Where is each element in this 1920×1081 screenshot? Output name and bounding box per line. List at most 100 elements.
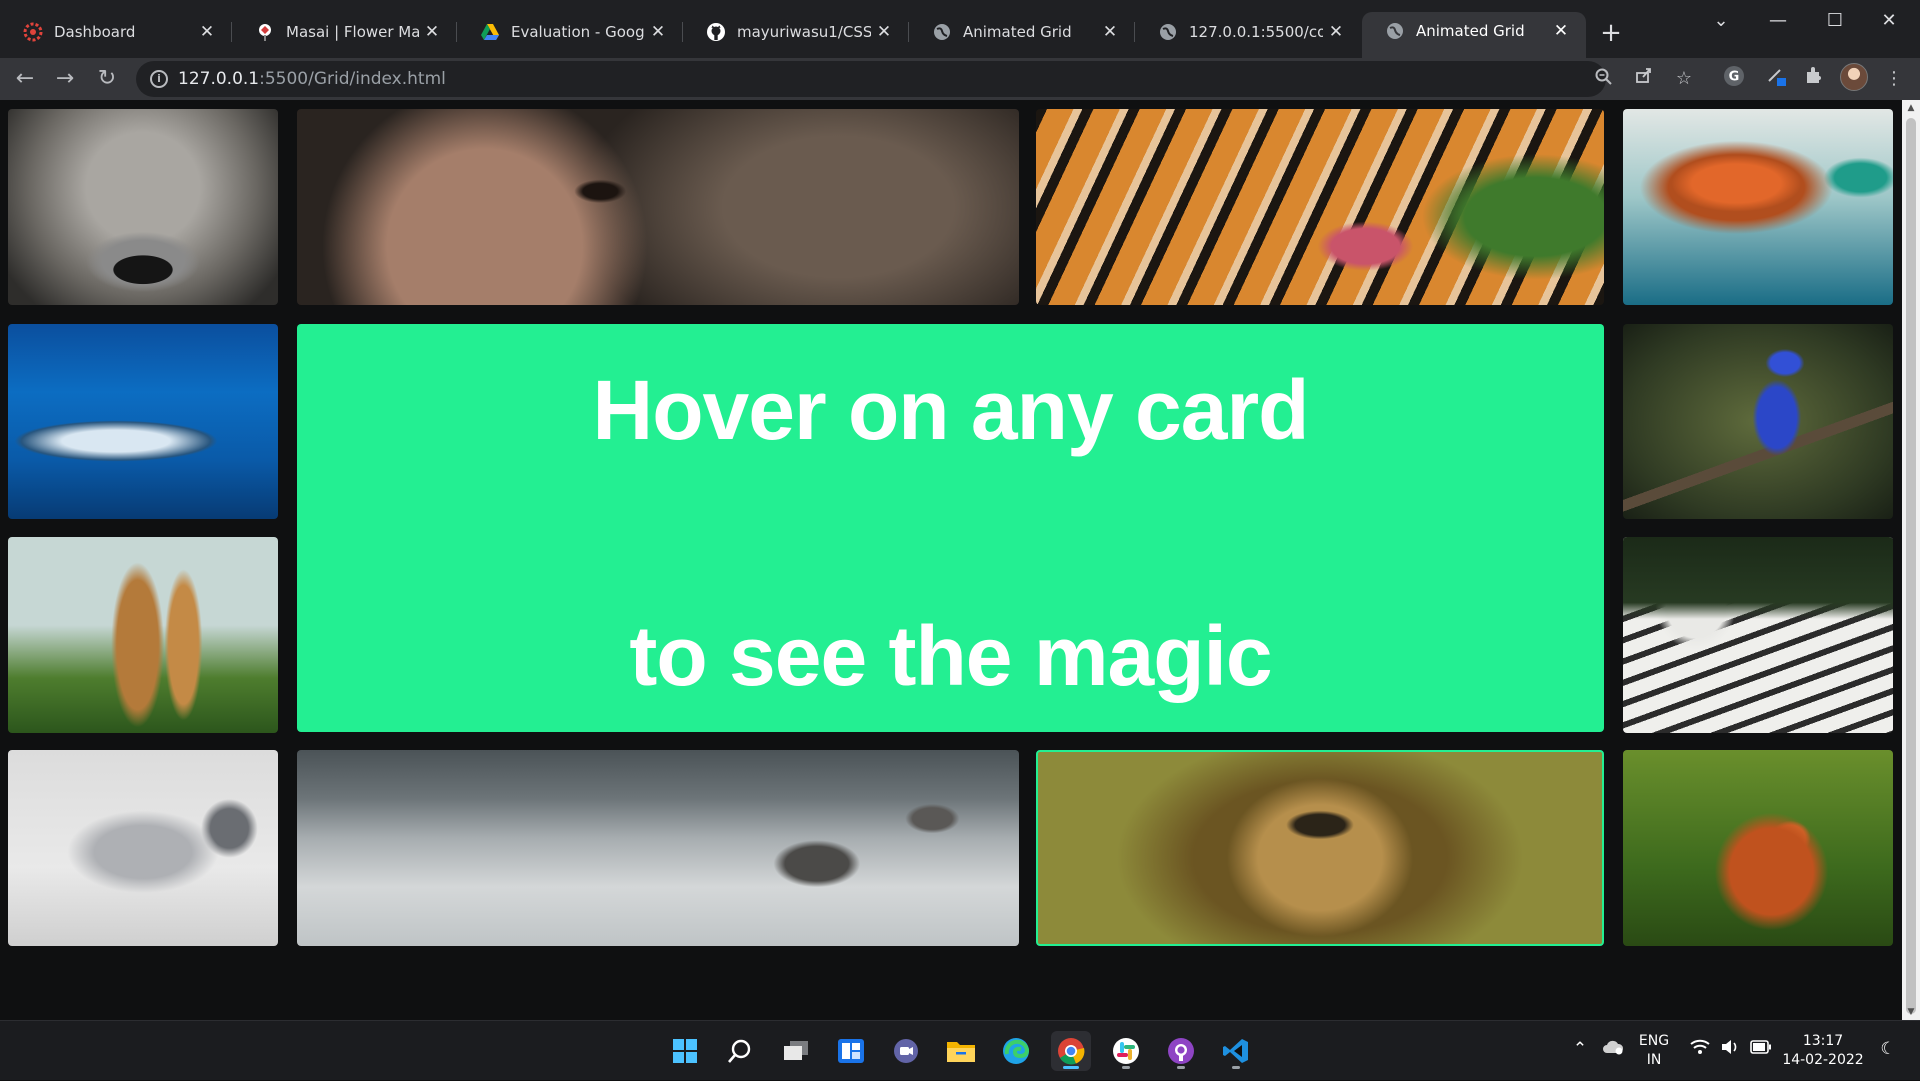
globe-icon — [1157, 21, 1179, 43]
tab-title: 127.0.0.1:5500/collaps — [1189, 23, 1323, 41]
active-app-indicator — [1063, 1066, 1079, 1069]
dashboard-gear-icon — [22, 21, 44, 43]
squirrel-card[interactable] — [1623, 750, 1893, 946]
show-hidden-icons-chevron-icon[interactable]: ⌃ — [1568, 1039, 1592, 1059]
foliage-overlay — [1623, 537, 1893, 620]
vscode-icon[interactable] — [1216, 1031, 1256, 1071]
lion-mane-card[interactable] — [1036, 750, 1604, 946]
clock-date: 14-02-2022 — [1782, 1052, 1864, 1068]
clock[interactable]: 13:17 14-02-2022 — [1780, 1021, 1866, 1081]
running-app-indicator — [1122, 1066, 1130, 1069]
profile-avatar[interactable] — [1840, 63, 1868, 91]
close-tab-icon[interactable]: ✕ — [1548, 21, 1574, 41]
tab-collapse[interactable]: 127.0.0.1:5500/collaps ✕ — [1135, 14, 1361, 50]
address-bar[interactable]: i 127.0.0.1:5500/Grid/index.html — [136, 61, 1612, 97]
url-text: 127.0.0.1:5500/Grid/index.html — [178, 69, 446, 89]
scroll-up-arrow-icon[interactable]: ▲ — [1902, 100, 1920, 116]
github-desktop-icon[interactable] — [1161, 1031, 1201, 1071]
white-tiger-card[interactable] — [1623, 537, 1893, 733]
region-code: IN — [1646, 1052, 1662, 1068]
tab-dashboard[interactable]: Dashboard ✕ — [0, 14, 232, 50]
tab-title: Evaluation - Google D — [511, 23, 645, 41]
lion-face-card[interactable] — [8, 109, 278, 305]
white-horse-card[interactable] — [8, 750, 278, 946]
svg-text:G: G — [1729, 70, 1740, 85]
close-tab-icon[interactable]: ✕ — [645, 22, 671, 42]
hero-message-card: Hover on any card to see the magic — [297, 324, 1604, 732]
volume-icon[interactable] — [1718, 1039, 1742, 1060]
reload-icon[interactable]: ↻ — [90, 62, 124, 96]
teams-chat-icon[interactable] — [886, 1031, 926, 1071]
whale-card[interactable] — [8, 324, 278, 519]
globe-icon — [1384, 20, 1406, 42]
extensions-puzzle-icon[interactable] — [1800, 65, 1828, 93]
grammarly-icon[interactable]: G — [1720, 65, 1748, 93]
elephant-card[interactable] — [297, 109, 1019, 305]
sea-turtle-card[interactable] — [1623, 109, 1893, 305]
page-viewport: Hover on any card to see the magic — [0, 100, 1902, 1020]
chrome-icon[interactable] — [1051, 1031, 1091, 1071]
tab-title: Dashboard — [54, 23, 136, 41]
battery-icon[interactable] — [1749, 1039, 1773, 1059]
minimize-icon[interactable]: — — [1755, 6, 1801, 36]
url-host: 127.0.0.1 — [178, 69, 260, 89]
back-arrow-icon[interactable]: ← — [8, 62, 42, 96]
globe-icon — [931, 21, 953, 43]
github-icon — [705, 21, 727, 43]
close-window-icon[interactable]: ✕ — [1866, 6, 1912, 36]
close-tab-icon[interactable]: ✕ — [1323, 22, 1349, 42]
task-view-icon[interactable] — [776, 1031, 816, 1071]
browser-tab-strip: Dashboard ✕ Masai | Flower Manag ✕ Evalu… — [0, 0, 1920, 64]
tab-title: Animated Grid — [1416, 22, 1525, 40]
more-menu-icon[interactable]: ⋮ — [1880, 65, 1908, 93]
close-tab-icon[interactable]: ✕ — [871, 22, 897, 42]
tab-animated-grid[interactable]: Animated Grid ✕ — [909, 14, 1135, 50]
wifi-icon[interactable] — [1688, 1039, 1712, 1060]
scroll-down-arrow-icon[interactable]: ▼ — [1902, 1004, 1920, 1020]
blue-bird-card[interactable] — [1623, 324, 1893, 519]
hero-line-1: Hover on any card — [592, 363, 1310, 457]
tab-github[interactable]: mayuriwasu1/CSS-mi ✕ — [683, 14, 909, 50]
masai-icon — [254, 21, 276, 43]
onedrive-cloud-icon[interactable] — [1601, 1039, 1625, 1060]
site-info-icon[interactable]: i — [150, 70, 168, 88]
tab-title: Masai | Flower Manag — [286, 23, 419, 41]
running-app-indicator — [1177, 1066, 1185, 1069]
slack-icon[interactable] — [1106, 1031, 1146, 1071]
notifications-moon-icon[interactable]: ☾ — [1876, 1039, 1900, 1059]
forward-arrow-icon[interactable]: → — [48, 62, 82, 96]
zoom-icon[interactable] — [1592, 68, 1616, 92]
scrollbar-thumb[interactable] — [1906, 118, 1916, 1014]
tab-search-chevron-icon[interactable]: ⌄ — [1698, 6, 1744, 36]
edge-icon[interactable] — [996, 1031, 1036, 1071]
url-path: :5500/Grid/index.html — [259, 69, 446, 89]
close-tab-icon[interactable]: ✕ — [419, 22, 445, 42]
widgets-icon[interactable] — [831, 1031, 871, 1071]
tab-title: mayuriwasu1/CSS-mi — [737, 23, 871, 41]
google-drive-icon — [479, 21, 501, 43]
tiger-card[interactable] — [1036, 109, 1604, 305]
bookmark-star-icon[interactable]: ☆ — [1670, 65, 1698, 93]
wolves-card[interactable] — [297, 750, 1019, 946]
windows-taskbar: ⌃ ENG IN 13:17 14-02-2022 ☾ — [0, 1020, 1920, 1080]
close-tab-icon[interactable]: ✕ — [194, 22, 220, 42]
page-scrollbar[interactable]: ▲ ▼ — [1902, 100, 1920, 1020]
extension-pen-icon[interactable] — [1762, 65, 1790, 93]
tab-animated-grid-active[interactable]: Animated Grid ✕ — [1362, 12, 1586, 64]
share-icon[interactable] — [1630, 65, 1658, 93]
close-tab-icon[interactable]: ✕ — [1097, 22, 1123, 42]
clock-time: 13:17 — [1802, 1033, 1844, 1049]
search-icon[interactable] — [720, 1031, 760, 1071]
tab-google-drive[interactable]: Evaluation - Google D ✕ — [457, 14, 683, 50]
hero-line-2: to see the magic — [629, 609, 1272, 703]
tab-masai[interactable]: Masai | Flower Manag ✕ — [232, 14, 457, 50]
giraffes-card[interactable] — [8, 537, 278, 733]
file-explorer-icon[interactable] — [941, 1031, 981, 1071]
new-tab-button[interactable]: + — [1596, 18, 1626, 48]
browser-toolbar: ← → ↻ i 127.0.0.1:5500/Grid/index.html ☆… — [0, 58, 1920, 100]
running-app-indicator — [1232, 1066, 1240, 1069]
start-icon[interactable] — [665, 1031, 705, 1071]
language-code: ENG — [1638, 1033, 1670, 1049]
language-indicator[interactable]: ENG IN — [1632, 1021, 1676, 1081]
maximize-icon[interactable]: ☐ — [1812, 6, 1858, 36]
